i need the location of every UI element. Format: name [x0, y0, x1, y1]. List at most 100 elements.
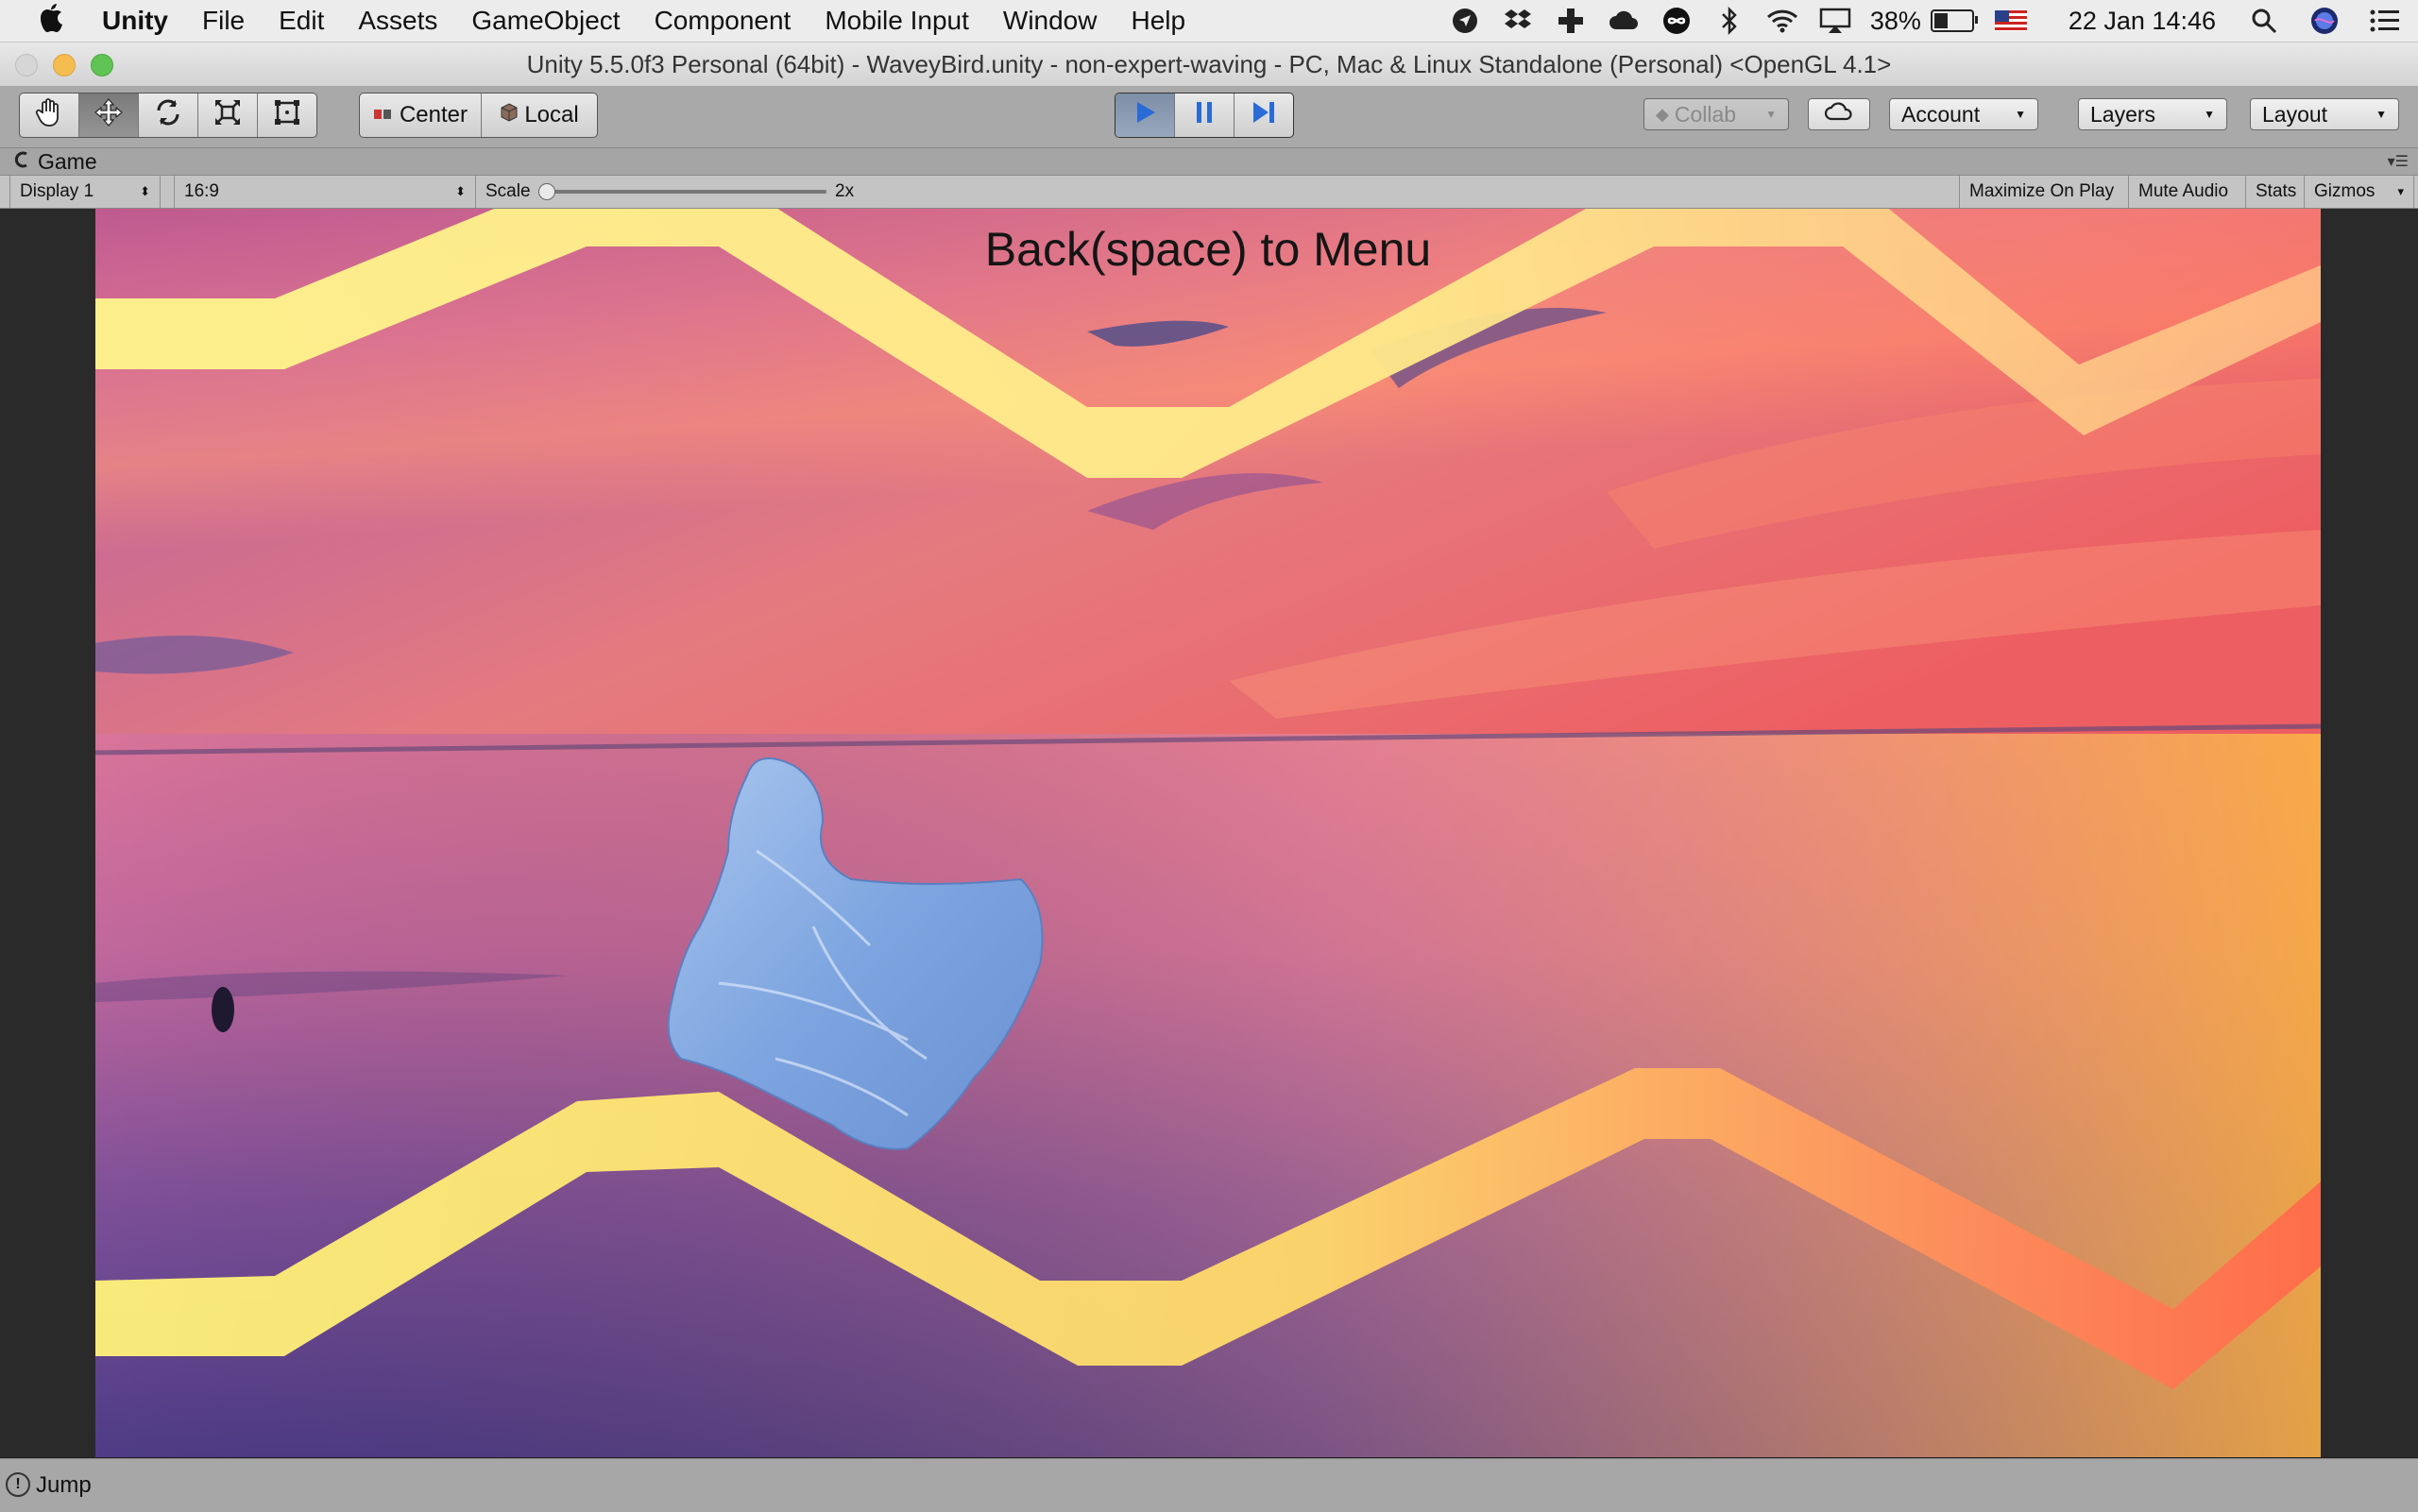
game-scene — [95, 209, 2321, 1457]
menu-app-name[interactable]: Unity — [102, 6, 168, 36]
collab-icon: ◆ — [1656, 104, 1669, 124]
window-maximize-button[interactable] — [91, 54, 113, 76]
collab-label: Collab — [1674, 101, 1737, 127]
pivot-center-label: Center — [399, 102, 468, 127]
mute-audio-toggle[interactable]: Mute Audio — [2129, 176, 2246, 208]
chevron-down-icon: ▼ — [2375, 108, 2387, 121]
maximize-on-play-toggle[interactable]: Maximize On Play — [1959, 176, 2129, 208]
notification-center-icon[interactable] — [2369, 5, 2401, 37]
play-icon — [1132, 99, 1158, 132]
menu-assets[interactable]: Assets — [358, 6, 437, 36]
menu-edit[interactable]: Edit — [279, 6, 324, 36]
scale-value-text: 2x — [835, 181, 855, 201]
aspect-select[interactable]: 16:9 ⬍ — [174, 176, 476, 208]
scale-tool-button[interactable] — [198, 93, 258, 137]
info-icon: ! — [6, 1472, 30, 1497]
swimmer-silhouette — [212, 987, 234, 1032]
scale-value: 2x — [826, 176, 863, 208]
menu-component[interactable]: Component — [655, 6, 792, 36]
bluetooth-icon[interactable] — [1713, 5, 1745, 37]
unity-toolbar: Center Local ◆ Collab ▼ Account ▼ Layers… — [0, 87, 2418, 148]
plus-icon[interactable] — [1555, 5, 1587, 37]
move-tool-button[interactable] — [79, 93, 139, 137]
display-label: Display 1 — [20, 181, 94, 201]
tab-game-label: Game — [38, 148, 97, 174]
chevron-down-icon: ▼ — [2015, 108, 2026, 121]
step-icon — [1250, 99, 1278, 132]
menu-file[interactable]: File — [202, 6, 245, 36]
layout-dropdown[interactable]: Layout ▼ — [2250, 98, 2399, 130]
pause-icon — [1193, 99, 1216, 132]
window-minimize-button[interactable] — [53, 54, 76, 76]
creative-cloud-icon[interactable] — [1608, 5, 1640, 37]
hand-tool-button[interactable] — [20, 93, 79, 137]
wifi-icon[interactable] — [1766, 5, 1798, 37]
menubar-clock[interactable]: 22 Jan 14:46 — [2069, 7, 2216, 36]
us-flag-icon[interactable] — [1994, 10, 2027, 31]
panel-options-icon[interactable]: ▾☰ — [2388, 152, 2409, 171]
game-panel-header: Game ▾☰ — [0, 148, 2418, 176]
window-close-button[interactable] — [15, 54, 38, 76]
battery-icon[interactable] — [1930, 9, 1978, 32]
status-message: Jump — [36, 1472, 92, 1498]
back-to-menu-hint: Back(space) to Menu — [984, 223, 1432, 276]
pivot-local-toggle[interactable]: Local — [482, 93, 597, 137]
transform-tools — [19, 93, 317, 138]
chevron-down-icon: ▾ — [2397, 184, 2404, 198]
menu-help[interactable]: Help — [1131, 6, 1185, 36]
updown-arrows-icon: ⬍ — [455, 184, 466, 198]
pivot-center-toggle[interactable]: Center — [360, 93, 482, 137]
layers-label: Layers — [2090, 101, 2156, 127]
stats-label: Stats — [2256, 181, 2297, 201]
gizmos-dropdown[interactable]: Gizmos ▾ — [2305, 176, 2414, 208]
pause-button[interactable] — [1175, 93, 1235, 137]
window-title: Unity 5.5.0f3 Personal (64bit) - WaveyBi… — [526, 50, 1892, 78]
collab-dropdown[interactable]: ◆ Collab ▼ — [1643, 98, 1789, 130]
play-controls — [1115, 93, 1294, 138]
gizmos-label: Gizmos — [2314, 181, 2375, 201]
game-view[interactable]: Back(space) to Menu — [95, 209, 2321, 1457]
menu-mobile-input[interactable]: Mobile Input — [825, 6, 969, 36]
airplay-icon[interactable] — [1819, 5, 1851, 37]
scale-slider-track[interactable] — [543, 190, 826, 194]
maximize-on-play-label: Maximize On Play — [1969, 181, 2115, 201]
status-tray: 38% 22 Jan 14:46 — [1428, 0, 2401, 42]
spotlight-search-icon[interactable] — [2248, 5, 2280, 37]
macos-menu-bar: Unity File Edit Assets GameObject Compon… — [0, 0, 2418, 42]
game-view-controls: Display 1 ⬍ 16:9 ⬍ Scale 2x Maximize On … — [0, 176, 2418, 209]
siri-icon[interactable] — [2308, 5, 2341, 37]
window-title-bar: Unity 5.5.0f3 Personal (64bit) - WaveyBi… — [0, 42, 2418, 87]
location-icon[interactable] — [1449, 5, 1481, 37]
tab-game[interactable]: Game — [13, 148, 97, 175]
pivot-controls: Center Local — [359, 93, 598, 138]
scale-label: Scale — [476, 176, 540, 208]
scale-tool-icon — [213, 97, 243, 134]
console-status-bar[interactable]: ! Jump — [0, 1458, 2418, 1512]
battery-percent[interactable]: 38% — [1870, 7, 1921, 36]
menu-gameobject[interactable]: GameObject — [471, 6, 620, 36]
stats-toggle[interactable]: Stats — [2246, 176, 2305, 208]
play-button[interactable] — [1115, 93, 1175, 137]
move-tool-icon — [94, 97, 124, 134]
cloud-services-button[interactable] — [1808, 98, 1870, 130]
rotate-tool-button[interactable] — [139, 93, 198, 137]
account-dropdown[interactable]: Account ▼ — [1889, 98, 2038, 130]
aspect-label: 16:9 — [184, 181, 219, 201]
apple-icon[interactable] — [38, 2, 72, 41]
menu-window[interactable]: Window — [1003, 6, 1098, 36]
chevron-down-icon: ▼ — [1765, 108, 1777, 121]
display-select[interactable]: Display 1 ⬍ — [9, 176, 161, 208]
scale-slider-handle[interactable] — [538, 183, 555, 200]
infinity-icon[interactable] — [1660, 5, 1693, 37]
step-button[interactable] — [1235, 93, 1293, 137]
chevron-down-icon: ▼ — [2204, 108, 2215, 121]
layers-dropdown[interactable]: Layers ▼ — [2078, 98, 2227, 130]
pivot-center-icon — [373, 102, 394, 128]
rect-tool-button[interactable] — [258, 93, 316, 137]
dropbox-icon[interactable] — [1502, 5, 1534, 37]
game-controller-icon — [13, 151, 30, 173]
pivot-local-label: Local — [524, 102, 579, 127]
rect-tool-icon — [272, 97, 302, 134]
local-cube-icon — [500, 102, 519, 128]
cloud-icon — [1823, 100, 1855, 128]
